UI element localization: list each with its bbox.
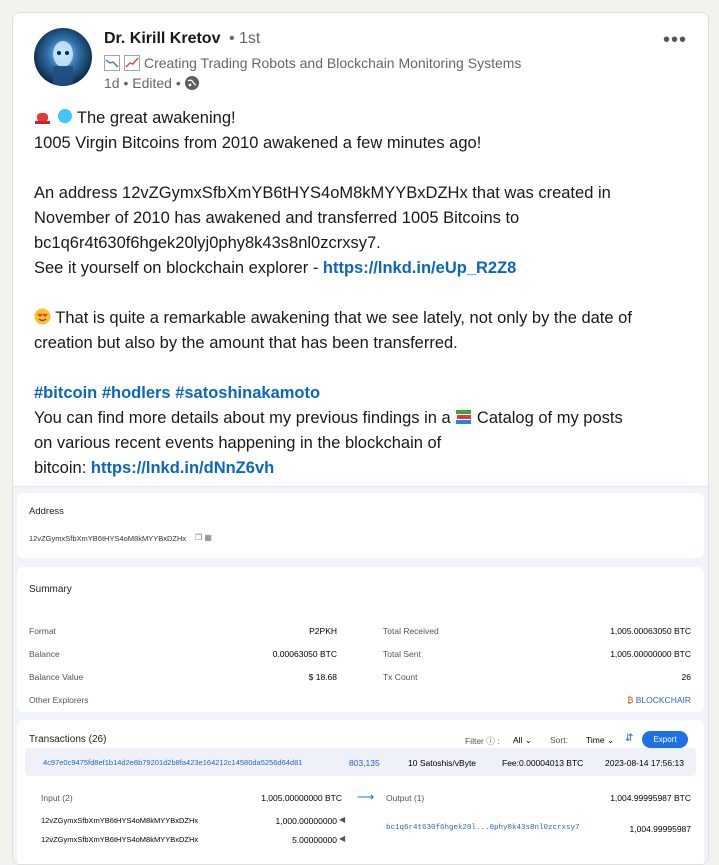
chevron-down-icon: ⌄ xyxy=(606,735,615,745)
chart-up-icon xyxy=(124,55,140,71)
sort-order-icon[interactable]: ⇵ xyxy=(625,733,633,744)
summary-title: Summary xyxy=(29,584,72,595)
output-label: Output (1) xyxy=(386,793,425,803)
input-total: 1,005.00000000 BTC xyxy=(261,793,342,803)
info-icon: ⓘ xyxy=(486,736,495,746)
export-button[interactable]: Export xyxy=(642,731,688,748)
books-icon xyxy=(455,408,472,425)
post-meta: 1d • Edited • xyxy=(104,75,199,91)
tx-count-value: 26 xyxy=(681,672,691,682)
triangle-left-icon: ◀ xyxy=(339,834,346,843)
total-received-value: 1,005.00063050 BTC xyxy=(610,626,691,636)
tx-block[interactable]: 803,135 xyxy=(349,758,380,768)
author-name-row[interactable]: Dr. Kirill Kretov • 1st xyxy=(104,30,260,48)
speech-bubble-icon xyxy=(56,108,73,125)
headline-text: Creating Trading Robots and Blockchain M… xyxy=(144,55,522,71)
output-address[interactable]: bc1q6r4t630f6hgek20l...0phy8k43s8nl0zcrx… xyxy=(386,824,580,832)
tx-header: 4c97e0c9475fd8ef1b14d2e8b79201d2b8fa423e… xyxy=(25,748,696,776)
total-received-label: Total Received xyxy=(383,626,439,636)
tx-hash[interactable]: 4c97e0c9475fd8ef1b14d2e8b79201d2b8fa423e… xyxy=(43,758,302,767)
input-label: Input (2) xyxy=(41,793,73,803)
balance-value-label: Balance Value xyxy=(29,672,84,682)
blockchair-icon: ₿ xyxy=(627,695,634,705)
post-line-6-text: See it yourself on blockchain explorer - xyxy=(34,259,323,277)
blockchair-text: BLOCKCHAIR xyxy=(635,695,691,705)
arrow-right-icon: ⟶ xyxy=(357,790,375,804)
chevron-down-icon: ⌄ xyxy=(524,735,532,745)
post-line-10: on various recent events happening in th… xyxy=(34,434,442,452)
post-line-1: The great awakening! xyxy=(76,109,236,127)
filter-select[interactable]: All ⌄ xyxy=(513,735,532,746)
input-address[interactable]: 12vZGymxSfbXmYB6tHYS4oM8kMYYBxDZHx xyxy=(41,835,198,844)
summary-panel: Summary Format P2PKH Balance 0.00063050 … xyxy=(17,567,704,712)
author-name[interactable]: Dr. Kirill Kretov xyxy=(104,30,220,47)
total-sent-label: Total Sent xyxy=(383,649,421,659)
post-time: 1d • Edited • xyxy=(104,75,181,91)
copy-icon[interactable]: ❐ ▦ xyxy=(195,533,212,542)
tx-count-label: Tx Count xyxy=(383,672,418,682)
hashtags[interactable]: #bitcoin #hodlers #satoshinakamoto xyxy=(34,381,694,406)
post-line-2: 1005 Virgin Bitcoins from 2010 awakened … xyxy=(34,134,482,152)
tx-fee-rate: 10 Satoshis/vByte xyxy=(408,758,477,768)
post-line-11-text: bitcoin: xyxy=(34,459,91,477)
transactions-title: Transactions (26) xyxy=(29,734,107,745)
post-line-9a: You can find more details about my previ… xyxy=(34,409,456,427)
post-line-3: An address 12vZGymxSfbXmYB6tHYS4oM8kMYYB… xyxy=(34,184,611,202)
tx-time: 2023-08-14 17:56:13 xyxy=(605,758,684,768)
catalog-link[interactable]: https://lnkd.in/dNnZ6vh xyxy=(91,459,274,477)
post-line-11: bitcoin: https://lnkd.in/dNnZ6vh xyxy=(34,456,694,481)
author-headline: Creating Trading Robots and Blockchain M… xyxy=(104,55,521,71)
format-value: P2PKH xyxy=(309,626,337,636)
post-line-9: You can find more details about my previ… xyxy=(34,406,694,431)
output-total: 1,004.99995987 BTC xyxy=(610,793,691,803)
filter-text: Filter xyxy=(465,736,484,746)
heart-eyes-icon xyxy=(34,308,51,325)
input-amount: 1,000.00000000 xyxy=(275,816,337,826)
address-value: 12vZGymxSfbXmYB6tHYS4oM8kMYYBxDZHx xyxy=(29,534,187,543)
post-text: The great awakening! 1005 Virgin Bitcoin… xyxy=(34,106,694,481)
post-line: The great awakening! xyxy=(34,106,694,131)
filter-value: All xyxy=(513,735,523,745)
post-line-7: That is quite a remarkable awakening tha… xyxy=(34,306,694,331)
blockchain-link[interactable]: https://lnkd.in/eUp_R2Z8 xyxy=(323,259,516,277)
balance-value: 0.00063050 BTC xyxy=(272,649,337,659)
siren-icon xyxy=(34,108,51,125)
post-line-4: November of 2010 has awakened and transf… xyxy=(34,209,520,227)
blockchair-link[interactable]: ₿ BLOCKCHAIR xyxy=(607,695,691,705)
post-line-9b: Catalog of my posts xyxy=(472,409,623,427)
filter-label: Filter ⓘ : xyxy=(465,736,500,746)
sort-select[interactable]: Time ⌄ xyxy=(586,735,614,746)
post-line-8: creation but also by the amount that has… xyxy=(34,334,458,352)
address-panel: Address 12vZGymxSfbXmYB6tHYS4oM8kMYYBxDZ… xyxy=(17,493,704,558)
address-label: Address xyxy=(29,506,64,517)
output-amount: 1,004.99995987 xyxy=(629,824,691,834)
post-line-6: See it yourself on blockchain explorer -… xyxy=(34,256,694,281)
explorer-screenshot[interactable]: Address 12vZGymxSfbXmYB6tHYS4oM8kMYYBxDZ… xyxy=(13,486,708,864)
sort-value: Time xyxy=(586,735,605,745)
format-label: Format xyxy=(29,626,56,636)
connection-degree: • 1st xyxy=(228,30,261,47)
balance-usd: $ 18.68 xyxy=(308,672,337,682)
chart-down-icon xyxy=(104,55,120,71)
input-amount: 5.00000000 xyxy=(292,835,337,845)
other-explorers-label: Other Explorers xyxy=(29,695,89,705)
globe-icon xyxy=(184,76,199,90)
post-line-7-text: That is quite a remarkable awakening tha… xyxy=(55,309,632,327)
post-card: Dr. Kirill Kretov • 1st Creating Trading… xyxy=(12,12,709,865)
sort-label: Sort: xyxy=(550,735,568,745)
more-options-icon[interactable]: ••• xyxy=(663,29,687,52)
post-line-5: bc1q6r4t630f6hgek20lyj0phy8k43s8nl0zcrxs… xyxy=(34,234,381,252)
input-address[interactable]: 12vZGymxSfbXmYB6tHYS4oM8kMYYBxDZHx xyxy=(41,816,198,825)
tx-fee: Fee:0.00004013 BTC xyxy=(502,758,584,768)
total-sent-value: 1,005.00000000 BTC xyxy=(610,649,691,659)
triangle-left-icon: ◀ xyxy=(339,815,346,824)
balance-label: Balance xyxy=(29,649,60,659)
transactions-panel: Transactions (26) Filter ⓘ : All ⌄ Sort:… xyxy=(17,720,704,864)
author-avatar[interactable] xyxy=(34,28,92,86)
